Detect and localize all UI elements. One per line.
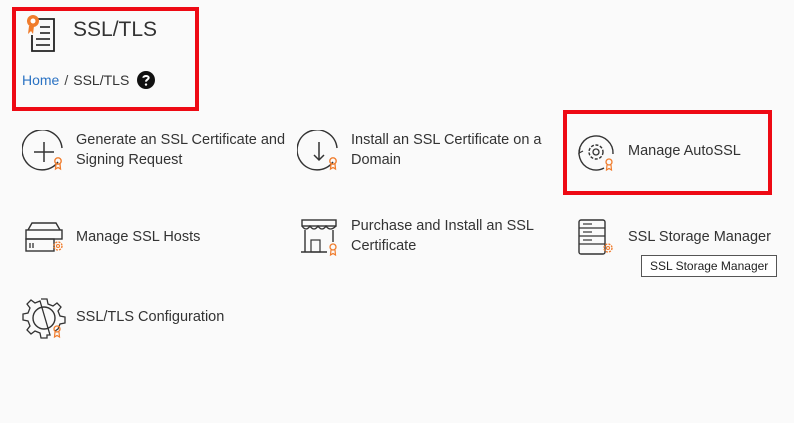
download-circle-ssl-icon [297, 130, 338, 171]
tooltip-ssl-storage-manager: SSL Storage Manager [641, 255, 778, 277]
breadcrumb: Home / SSL/TLS [22, 71, 156, 89]
breadcrumb-home-link[interactable]: Home [22, 72, 59, 88]
storage-database-ssl-icon [578, 219, 613, 255]
tool-install-label[interactable]: Install an SSL Certificate on a Domain [351, 130, 551, 170]
ssl-hosts-server-icon [25, 222, 63, 252]
autossl-gear-icon [578, 135, 614, 172]
page-title: SSL/TLS [73, 18, 158, 41]
tool-hosts-label[interactable]: Manage SSL Hosts [76, 216, 200, 247]
breadcrumb-current: SSL/TLS [73, 72, 130, 88]
tool-generate-ssl-csr[interactable]: Generate an SSL Certificate and Signing … [22, 130, 286, 174]
tool-purchase-label[interactable]: Purchase and Install an SSL Certificate [351, 216, 551, 256]
configuration-gear-ssl-icon [22, 298, 66, 339]
tool-ssl-tls-configuration[interactable]: SSL/TLS Configuration [22, 296, 224, 340]
tool-install-ssl[interactable]: Install an SSL Certificate on a Domain [297, 130, 551, 174]
certificate-document-icon [27, 15, 55, 52]
tool-storage-label[interactable]: SSL Storage Manager [628, 216, 771, 247]
store-ssl-icon [301, 219, 337, 257]
plus-circle-ssl-icon [22, 130, 63, 171]
tool-manage-ssl-hosts[interactable]: Manage SSL Hosts [22, 216, 200, 260]
tool-manage-autossl[interactable]: Manage AutoSSL [574, 130, 741, 174]
tool-ssl-storage-manager[interactable]: SSL Storage Manager [574, 216, 771, 260]
tool-config-label[interactable]: SSL/TLS Configuration [76, 296, 224, 327]
help-circle-icon[interactable] [137, 71, 156, 89]
tool-purchase-ssl[interactable]: Purchase and Install an SSL Certificate [297, 216, 551, 260]
tool-generate-label[interactable]: Generate an SSL Certificate and Signing … [76, 130, 286, 170]
breadcrumb-separator: / [64, 72, 69, 88]
tool-autossl-label[interactable]: Manage AutoSSL [628, 130, 741, 161]
